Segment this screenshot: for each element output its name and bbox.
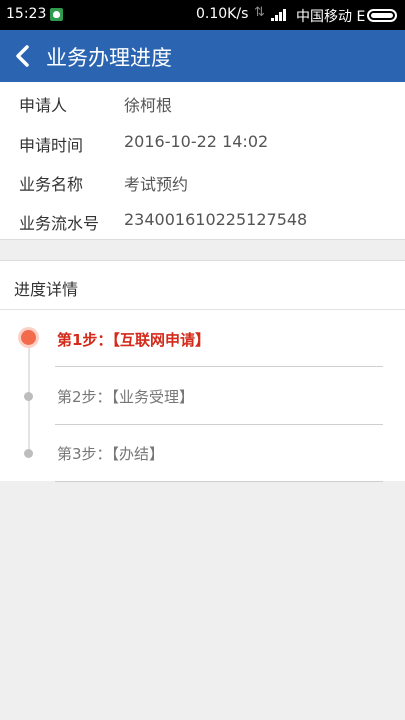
info-value: 考试预约 [124,175,189,194]
app-header: 业务办理进度 [0,30,405,82]
info-label: 业务流水号 [19,214,100,233]
step-label: 第3步：【办结】 [57,445,165,463]
battery-icon [367,9,397,22]
status-bar: 15:23 0.10K/s ⇅ 中国移动 E [0,0,405,30]
step-label: 第1步：【互联网申请】 [57,331,210,349]
page-title: 业务办理进度 [46,46,172,70]
application-info-card: 申请人 徐柯根 申请时间 2016-10-22 14:02 业务名称 考试预约 … [0,82,405,240]
info-row-applicant: 申请人 徐柯根 [0,82,405,121]
progress-card: 进度详情 第1步：【互联网申请】 第2步：【业务受理】 第3步：【办结】 [0,260,405,482]
step-dot-active [21,330,36,345]
network-speed: 0.10K/s [196,6,249,22]
step-divider [55,481,383,482]
progress-step-3: 第3步：【办结】 [0,261,405,482]
info-label: 业务名称 [19,175,84,194]
notification-icon [50,8,63,21]
info-row-business-name: 业务名称 考试预约 [0,161,405,200]
info-row-serial-number: 业务流水号 234001610225127548 [0,200,405,239]
status-time: 15:23 [6,6,47,22]
signal-icon [271,9,289,21]
info-row-apply-time: 申请时间 2016-10-22 14:02 [0,122,405,161]
step-dot [24,392,33,401]
step-label: 第2步：【业务受理】 [57,388,195,406]
carrier-name: 中国移动 E [296,9,366,25]
step-dot [24,449,33,458]
step-divider [55,424,383,425]
step-divider [55,366,383,367]
data-arrows-icon: ⇅ [254,5,265,20]
info-label: 申请人 [19,96,68,115]
info-value: 234001610225127548 [124,210,308,229]
info-value: 徐柯根 [124,96,173,115]
info-value: 2016-10-22 14:02 [124,132,269,151]
info-label: 申请时间 [19,136,84,155]
back-chevron-icon[interactable] [12,42,36,70]
